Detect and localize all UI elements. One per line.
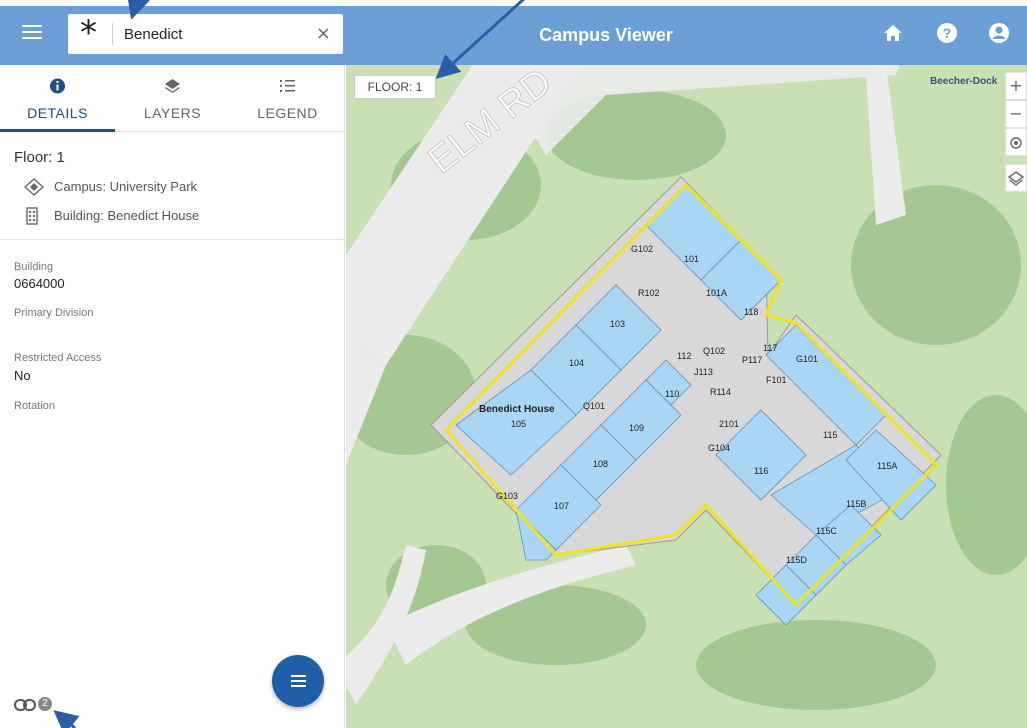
tab-details-label: DETAILS [27,105,88,121]
svg-text:G102: G102 [631,244,653,254]
panel-tabs: DETAILS LAYERS LEGEND [0,65,345,132]
floor-badge[interactable]: FLOOR: 1 [354,75,436,99]
svg-text:110: 110 [665,389,679,399]
campus-diamond-icon [24,178,44,196]
svg-text:108: 108 [593,459,608,469]
floor-plan-map: ELM RD 101 101A 118 R102 G102 103 104 10… [346,65,1027,710]
attr-restricted-access-value: No [14,368,31,383]
tab-details[interactable]: DETAILS [0,65,115,132]
info-circle-icon [50,78,65,94]
layers-stack-icon [1007,171,1025,186]
svg-text:?: ? [943,25,952,41]
svg-text:103: 103 [610,319,625,329]
attr-building-label: Building [14,261,54,273]
attr-building-value: 0664000 [14,276,65,291]
svg-text:116: 116 [754,466,768,476]
locate-button[interactable] [1005,128,1027,156]
details-panel: DETAILS LAYERS LEGEND Floor: 1 Campus: U… [0,65,345,728]
menu-fab-button[interactable] [272,655,324,707]
svg-text:115A: 115A [877,461,897,471]
zoom-in-button[interactable]: + [1005,72,1027,100]
attr-rotation-label: Rotation [14,400,55,412]
basemap-button[interactable] [1005,164,1027,192]
tab-legend[interactable]: LEGEND [230,65,345,132]
svg-text:F101: F101 [766,375,787,385]
attr-restricted-access-label: Restricted Access [14,352,102,364]
floor-heading: Floor: 1 [14,149,65,166]
svg-text:109: 109 [629,423,644,433]
svg-text:G101: G101 [796,354,818,364]
svg-text:101: 101 [684,254,699,264]
attr-primary-division-label: Primary Division [14,307,94,319]
link-count-badge: 2 [38,697,52,711]
svg-text:Q102: Q102 [703,346,725,356]
zoom-out-button[interactable]: − [1005,100,1027,128]
tab-layers[interactable]: LAYERS [115,65,230,132]
active-tab-indicator [0,129,115,132]
building-map-label: Benedict House [479,404,555,415]
svg-text:115C: 115C [816,526,837,536]
svg-text:R114: R114 [710,387,731,397]
panel-divider [0,239,345,240]
layers-icon [165,79,180,93]
user-account-icon[interactable] [987,21,1011,45]
svg-text:112: 112 [677,351,691,361]
svg-text:G103: G103 [496,491,518,501]
map-view[interactable]: ELM RD 101 101A 118 R102 G102 103 104 10… [346,65,1027,728]
list-icon [280,80,295,92]
building-name: Building: Benedict House [54,208,200,223]
tab-legend-label: LEGEND [257,105,318,121]
svg-text:115B: 115B [846,499,866,509]
dock-label: Beecher-Dock [930,76,998,87]
svg-text:R102: R102 [638,288,660,298]
svg-text:115D: 115D [786,555,807,565]
svg-text:117: 117 [763,343,777,353]
svg-text:2101: 2101 [719,419,739,429]
locate-icon [1010,137,1022,149]
building-icon [26,207,38,225]
svg-text:P117: P117 [742,355,762,365]
svg-text:104: 104 [569,358,584,368]
help-icon[interactable]: ? [935,21,959,45]
app-title: Campus Viewer [539,25,673,45]
svg-text:118: 118 [744,307,758,317]
home-icon[interactable] [881,21,905,45]
svg-text:101A: 101A [706,288,727,298]
link-icon[interactable] [14,699,36,711]
svg-text:107: 107 [554,501,569,511]
svg-text:105: 105 [511,419,526,429]
app-header: * × Campus Viewer ? [0,6,1027,65]
svg-text:J113: J113 [694,367,713,377]
tab-layers-label: LAYERS [143,105,202,121]
svg-text:115: 115 [823,430,837,440]
campus-name: Campus: University Park [54,179,198,194]
svg-text:G104: G104 [708,443,730,453]
svg-text:Q101: Q101 [583,401,605,411]
campus-viewer-app: * × Campus Viewer ? [0,0,1027,728]
